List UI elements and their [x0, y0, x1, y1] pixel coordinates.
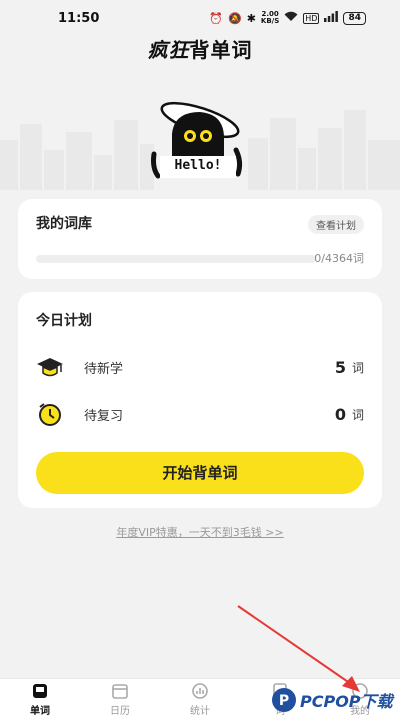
status-bar: 11:50 ⏰ 🔕 ✱ 2.00 KB/S HD 84 [0, 0, 400, 36]
word-library-card: 我的词库 查看计划 0/4364词 [18, 199, 382, 279]
today-plan-card: 今日计划 待新学 5 词 待复习 0 词 开始背单词 [18, 292, 382, 508]
plan-item-label: 待复习 [84, 408, 124, 424]
graduation-cap-icon [37, 358, 63, 377]
tab-label: 我的 [350, 706, 370, 717]
plan-item-count: 0 [334, 404, 346, 424]
tab-words[interactable]: 单词 [0, 679, 80, 720]
library-progress-bar [36, 255, 316, 263]
alarm-icon: ⏰ [209, 11, 223, 25]
plan-item-count: 5 [334, 357, 346, 377]
app-title-bold: 疯狂 [147, 38, 190, 62]
bottom-tab-bar: 单词 日历 统计 词 我的 [0, 678, 400, 720]
bluetooth-icon: ✱ [246, 11, 256, 25]
view-plan-button[interactable]: 查看计划 [308, 215, 364, 234]
plan-item-review: 待复习 0 词 [36, 400, 364, 428]
mute-icon: 🔕 [228, 11, 242, 25]
signal-icon [324, 11, 339, 25]
review-clock-icon [39, 403, 61, 426]
book-icon [33, 684, 47, 698]
plan-title: 今日计划 [36, 313, 92, 329]
wifi-icon [284, 11, 298, 25]
library-title: 我的词库 [36, 216, 92, 232]
tab-profile[interactable]: 我的 [320, 679, 400, 720]
stats-icon [192, 683, 208, 699]
plan-item-label: 待新学 [84, 361, 124, 377]
tab-calendar[interactable]: 日历 [80, 679, 160, 720]
battery-indicator: 84 [343, 11, 366, 25]
app-title: 疯狂背单词 [0, 34, 400, 63]
plan-item-unit: 词 [351, 407, 364, 422]
mascot-greeting: Hello! [174, 158, 222, 173]
tab-words-list[interactable]: 词 [240, 679, 320, 720]
status-icons: ⏰ 🔕 ✱ 2.00 KB/S HD 84 [209, 11, 366, 25]
calendar-icon [112, 684, 128, 699]
tab-label: 统计 [190, 706, 210, 717]
vip-promo-link[interactable]: 年度VIP特惠，一天不到3毛钱 >> [0, 524, 400, 540]
plan-item-unit: 词 [351, 360, 364, 375]
library-progress-text: 0/4364词 [314, 252, 364, 265]
tab-label: 单词 [30, 706, 50, 717]
tab-label: 词 [275, 706, 285, 717]
start-learning-button[interactable]: 开始背单词 [36, 452, 364, 494]
plan-item-new: 待新学 5 词 [36, 353, 364, 381]
net-speed: 2.00 KB/S [261, 11, 279, 25]
tab-label: 日历 [110, 706, 130, 717]
tab-stats[interactable]: 统计 [160, 679, 240, 720]
status-time: 11:50 [58, 10, 100, 26]
net-speed-unit: KB/S [260, 17, 280, 25]
word-icon [273, 683, 287, 699]
profile-icon [352, 683, 368, 699]
hd-badge: HD [303, 12, 320, 24]
app-title-rest: 背单词 [189, 38, 253, 62]
